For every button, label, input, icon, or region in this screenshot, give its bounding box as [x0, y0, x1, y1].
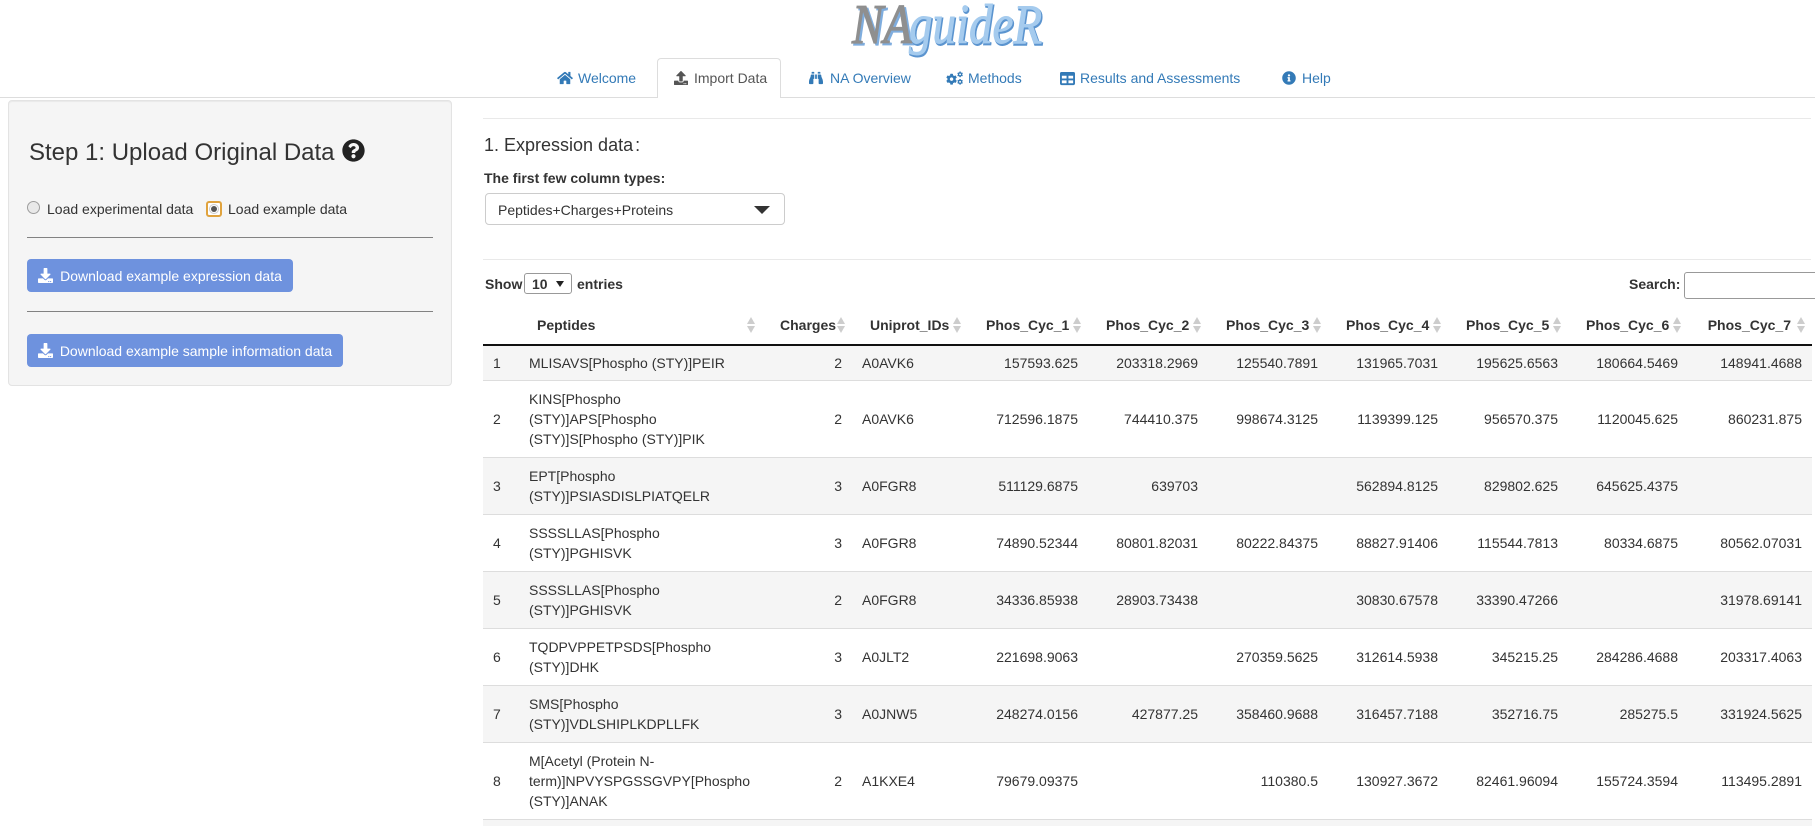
- svg-text:guideR: guideR: [909, 0, 1042, 56]
- svg-text:NA: NA: [851, 0, 912, 56]
